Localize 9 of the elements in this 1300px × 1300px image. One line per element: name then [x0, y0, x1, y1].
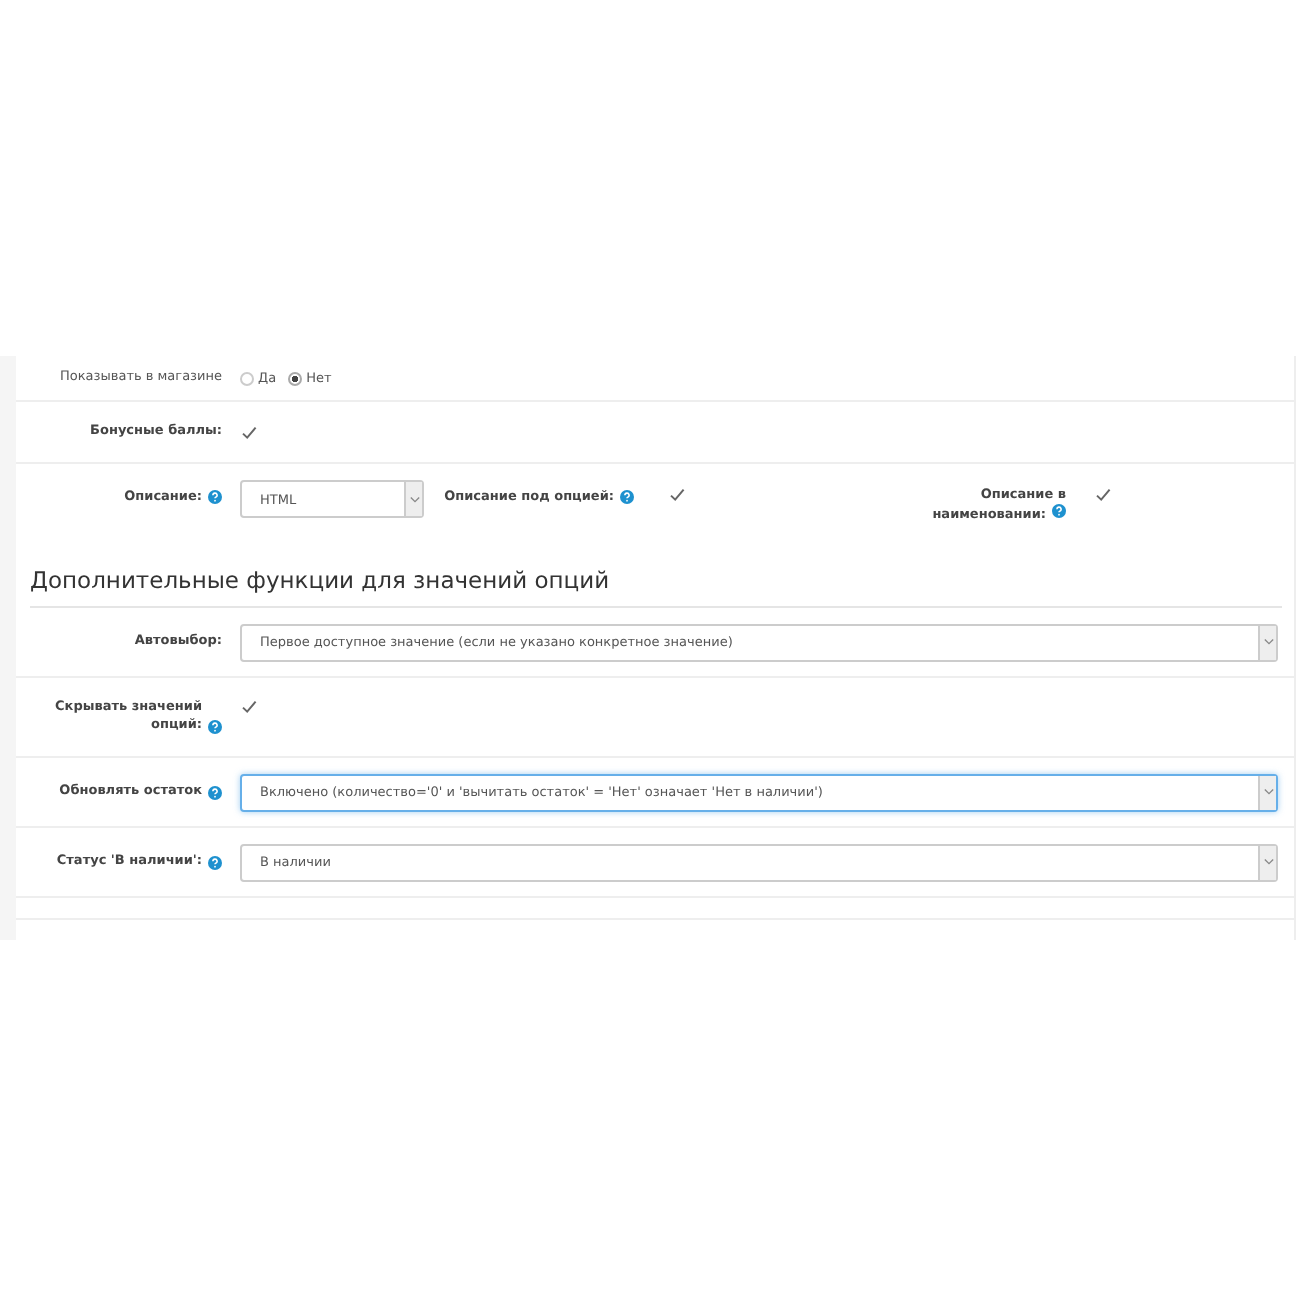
- caret-icon: [1263, 638, 1273, 646]
- checkbox[interactable]: [240, 423, 258, 441]
- checkbox[interactable]: [668, 486, 686, 504]
- caret-icon: [1263, 788, 1273, 796]
- checkbox[interactable]: [1094, 486, 1112, 504]
- checkbox[interactable]: [240, 698, 258, 716]
- caret-icon: [409, 495, 419, 503]
- section-heading: Дополнительные функции для значений опций: [30, 548, 1282, 608]
- caret-icon: [1263, 858, 1273, 866]
